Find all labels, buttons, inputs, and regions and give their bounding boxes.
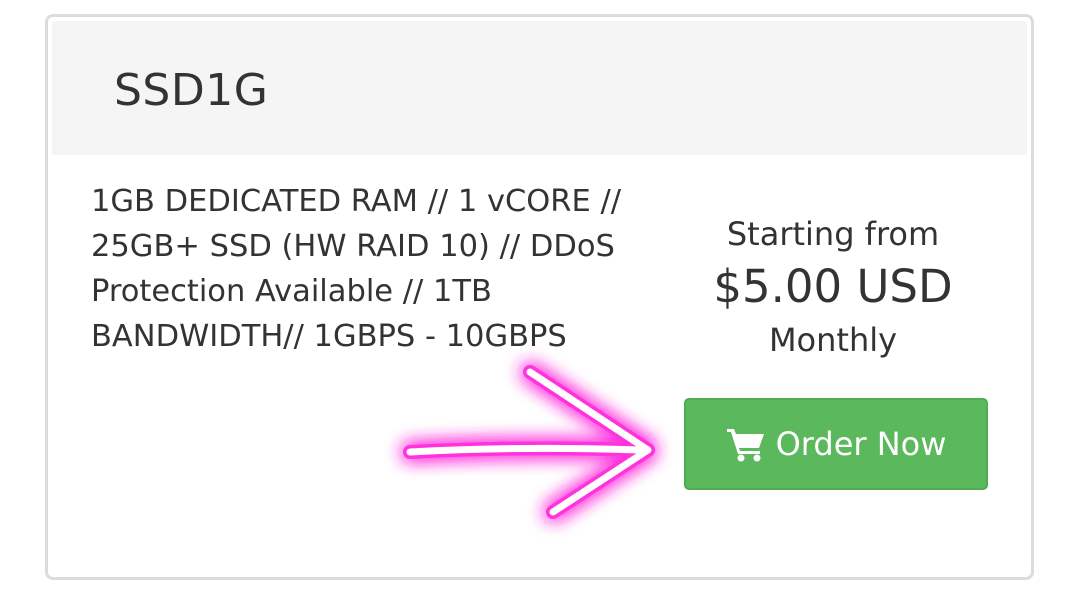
- pricing-block: Starting from $5.00 USD Monthly: [648, 212, 1018, 362]
- order-now-label: Order Now: [775, 425, 947, 463]
- product-description: 1GB DEDICATED RAM // 1 vCORE // 25GB+ SS…: [91, 184, 622, 354]
- shopping-cart-icon: [726, 426, 766, 462]
- product-card: SSD1G 1GB DEDICATED RAM // 1 vCORE // 25…: [45, 14, 1034, 580]
- price-amount: $5.00 USD: [713, 260, 953, 313]
- billing-cycle: Monthly: [768, 321, 898, 359]
- product-title: SSD1G: [114, 65, 269, 116]
- price-prefix: Starting from: [726, 215, 940, 253]
- product-header: SSD1G: [52, 21, 1027, 155]
- order-now-button[interactable]: Order Now: [684, 398, 988, 490]
